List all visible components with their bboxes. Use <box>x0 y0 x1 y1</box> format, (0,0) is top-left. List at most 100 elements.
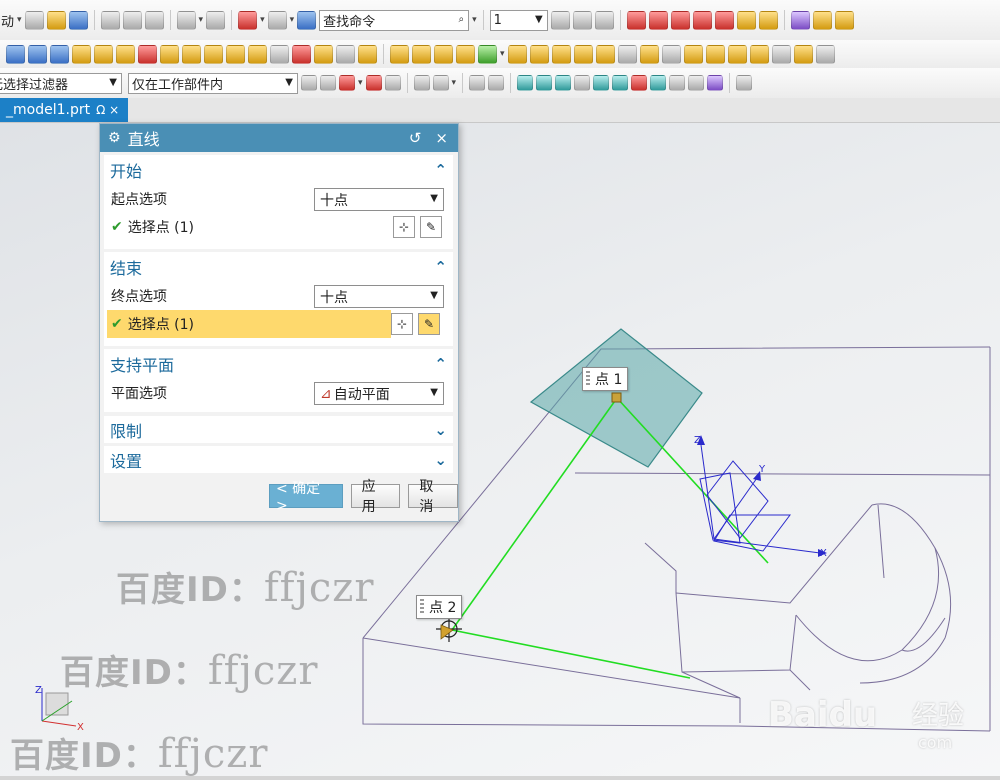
select-all-icon[interactable] <box>320 75 336 91</box>
revolve-icon[interactable] <box>116 44 135 64</box>
reset-icon[interactable]: ↺ <box>409 129 422 147</box>
type-filter-select[interactable]: 无选择过滤器 ▼ <box>0 72 122 94</box>
point-icon[interactable] <box>626 10 646 30</box>
snap-midpoint-icon[interactable] <box>555 75 572 91</box>
snap-bounded-grid-icon[interactable] <box>707 75 724 91</box>
chevron-down-icon[interactable]: ⌄ <box>434 421 447 439</box>
play-animation-icon[interactable] <box>790 10 810 30</box>
extrude-icon[interactable] <box>94 44 113 64</box>
rect-select-icon[interactable] <box>432 75 449 91</box>
section-icon[interactable] <box>413 75 430 91</box>
section-start-header[interactable]: 开始 ⌃ <box>104 155 453 185</box>
patch-icon[interactable] <box>661 44 681 64</box>
mirror-icon[interactable] <box>456 44 475 64</box>
block-icon[interactable] <box>6 44 25 64</box>
tab-model1[interactable]: _model1.prt Ω × <box>0 98 128 122</box>
sew-icon[interactable] <box>595 44 615 64</box>
cancel-button[interactable]: 取消 <box>408 479 458 515</box>
section-settings-header[interactable]: 设置 ⌄ <box>104 446 453 473</box>
plane-option-select[interactable]: ⊿ 自动平面 ▼ <box>314 382 444 405</box>
datum-csys-icon[interactable] <box>692 10 712 30</box>
section-settings[interactable]: 设置 ⌄ <box>104 446 453 473</box>
wave-link-icon[interactable] <box>793 44 813 64</box>
snap-control-point-icon[interactable] <box>574 75 591 91</box>
save-icon[interactable] <box>68 10 88 30</box>
point-set-icon[interactable] <box>648 10 668 30</box>
component-icon[interactable] <box>834 10 854 30</box>
section-end-header[interactable]: 结束 ⌃ <box>104 252 453 282</box>
gear-icon[interactable]: ⚙ <box>108 130 121 146</box>
scale-body-icon[interactable] <box>551 44 571 64</box>
undo-dropdown-icon[interactable]: ▾ <box>199 15 204 25</box>
end-option-select[interactable]: 十点 ▼ <box>314 285 444 308</box>
cone-icon[interactable] <box>50 44 69 64</box>
layer-settings-icon[interactable] <box>550 10 570 30</box>
box-select-icon[interactable] <box>267 10 287 30</box>
filter-settings-icon[interactable] <box>301 75 317 91</box>
section-limits-header[interactable]: 限制 ⌄ <box>104 416 453 443</box>
point-dialog-icon[interactable]: ⊹ <box>391 313 413 335</box>
replace-face-icon[interactable] <box>815 44 835 64</box>
ok-button[interactable]: < 确定 > <box>269 481 343 514</box>
close-icon[interactable]: × <box>435 129 448 147</box>
layer-select[interactable]: 1 ▼ <box>489 9 548 31</box>
chevron-up-icon[interactable]: ⌃ <box>434 258 447 276</box>
dialog-title-bar[interactable]: ⚙ 直线 ↺ × <box>100 124 458 152</box>
show-hide-icon[interactable] <box>469 75 486 91</box>
snap-icon[interactable] <box>365 75 382 91</box>
snap-endpoint-icon[interactable] <box>536 75 553 91</box>
wireframe-icon[interactable] <box>488 75 505 91</box>
pocket-icon[interactable] <box>204 44 223 64</box>
thicken-icon[interactable] <box>573 44 593 64</box>
section-plane-header[interactable]: 支持平面 ⌃ <box>104 349 453 379</box>
pattern-icon[interactable] <box>434 44 453 64</box>
slot-icon[interactable] <box>248 44 267 64</box>
new-file-icon[interactable] <box>24 10 44 30</box>
extract-geometry-icon[interactable] <box>771 44 791 64</box>
wrap-icon[interactable] <box>683 44 703 64</box>
subtract-icon[interactable] <box>292 44 311 64</box>
search-icon[interactable]: ⌕ <box>459 14 465 25</box>
intersect-icon[interactable] <box>336 44 355 64</box>
inferred-point-icon[interactable]: ✎ <box>418 313 440 335</box>
draft-icon[interactable] <box>507 44 527 64</box>
snap-point-enable-icon[interactable] <box>517 75 534 91</box>
trim-body-icon[interactable] <box>358 44 377 64</box>
feature-rule-icon[interactable] <box>339 75 355 91</box>
unite-icon[interactable] <box>314 44 333 64</box>
section-limits[interactable]: 限制 ⌄ <box>104 416 453 443</box>
sphere-icon[interactable] <box>72 44 91 64</box>
copy-to-layer-icon[interactable] <box>594 10 614 30</box>
snap-arc-center-icon[interactable] <box>612 75 629 91</box>
tube-icon[interactable] <box>749 44 769 64</box>
sweep-icon[interactable] <box>727 44 747 64</box>
snap-on-face-icon[interactable] <box>688 75 705 91</box>
selection-intent-icon[interactable] <box>384 75 401 91</box>
groove-icon[interactable] <box>270 44 289 64</box>
shell-icon[interactable] <box>478 44 497 64</box>
command-search-input[interactable]: 查找命令 ⌕ <box>319 9 470 31</box>
offset-face-icon[interactable] <box>529 44 549 64</box>
close-icon[interactable]: Ω × <box>96 103 119 117</box>
line-tool-dropdown-icon[interactable]: ▾ <box>260 15 265 25</box>
redo-icon[interactable] <box>206 10 226 30</box>
chamfer-icon[interactable] <box>412 44 431 64</box>
undo-icon[interactable] <box>176 10 196 30</box>
search-dropdown-icon[interactable]: ▾ <box>472 15 477 25</box>
open-folder-icon[interactable] <box>46 10 66 30</box>
box-select-dropdown-icon[interactable]: ▾ <box>290 15 295 25</box>
inferred-point-icon[interactable]: ✎ <box>420 216 442 238</box>
boss-icon[interactable] <box>182 44 201 64</box>
start-menu-label[interactable]: 启动 <box>0 11 14 30</box>
cylinder-icon[interactable] <box>28 44 47 64</box>
split-body-icon[interactable] <box>639 44 659 64</box>
csys-icon[interactable] <box>714 10 734 30</box>
assembly-icon[interactable] <box>812 10 832 30</box>
snap-quadrant-icon[interactable] <box>631 75 648 91</box>
chevron-down-icon[interactable]: ⌄ <box>434 451 447 469</box>
start-option-select[interactable]: 十点 ▼ <box>314 188 444 211</box>
rect-select-dropdown-icon[interactable]: ▾ <box>452 78 457 88</box>
pad-icon[interactable] <box>226 44 245 64</box>
move-to-layer-icon[interactable] <box>572 10 592 30</box>
start-select-row[interactable]: ✔ 选择点 (1) ⊹ ✎ <box>104 213 453 241</box>
